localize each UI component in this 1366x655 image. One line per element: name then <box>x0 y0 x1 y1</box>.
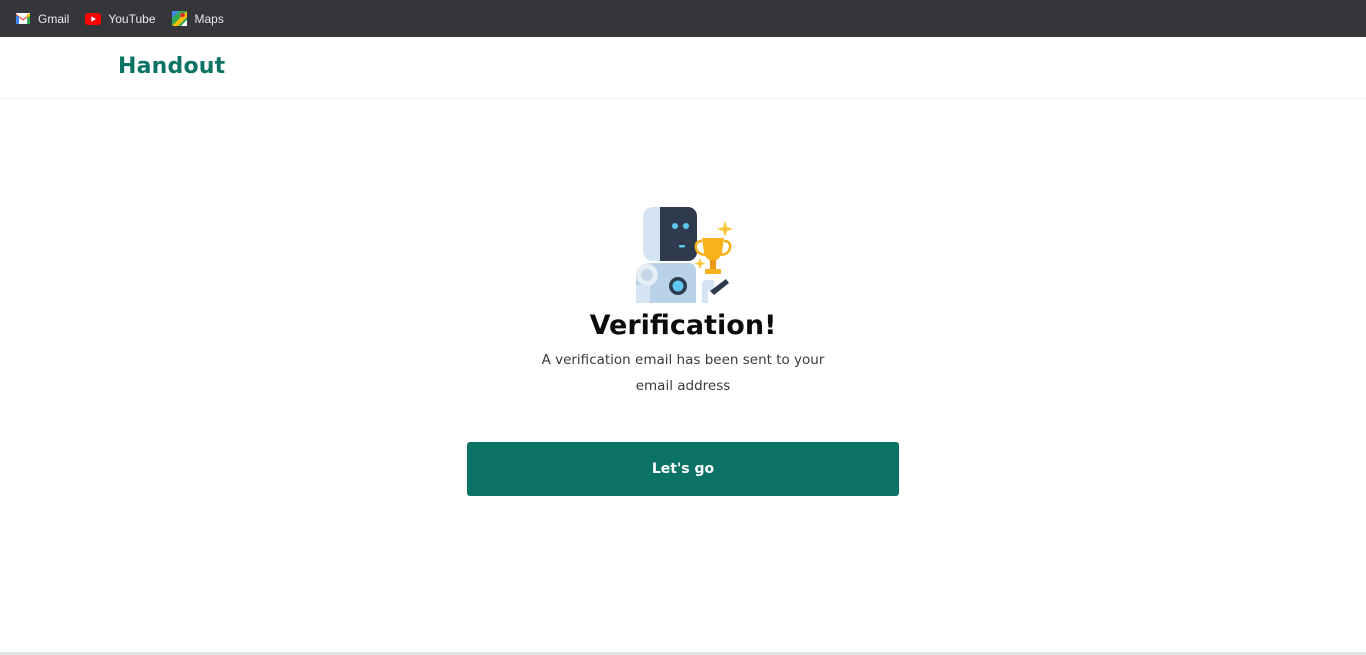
bookmark-label: Maps <box>194 11 224 26</box>
verification-message: A verification email has been sent to yo… <box>541 352 825 394</box>
youtube-icon <box>85 11 102 27</box>
page-title: Verification! <box>589 310 777 341</box>
bookmark-gmail[interactable]: Gmail <box>14 7 73 31</box>
maps-icon <box>172 11 188 27</box>
gmail-icon <box>15 11 31 27</box>
bookmark-label: YouTube <box>108 11 156 26</box>
site-header: Handout <box>0 37 1366 99</box>
bookmark-youtube[interactable]: YouTube <box>84 7 159 31</box>
lets-go-button[interactable]: Let's go <box>467 442 899 496</box>
brand-logo[interactable]: Handout <box>118 54 225 79</box>
robot-trophy-icon <box>630 205 740 307</box>
bookmark-label: Gmail <box>38 11 70 26</box>
verification-panel: Verification! A verification email has b… <box>0 100 1366 650</box>
bookmark-maps[interactable]: Maps <box>171 7 228 31</box>
bookmarks-bar: Gmail YouTube Maps <box>0 0 1366 37</box>
